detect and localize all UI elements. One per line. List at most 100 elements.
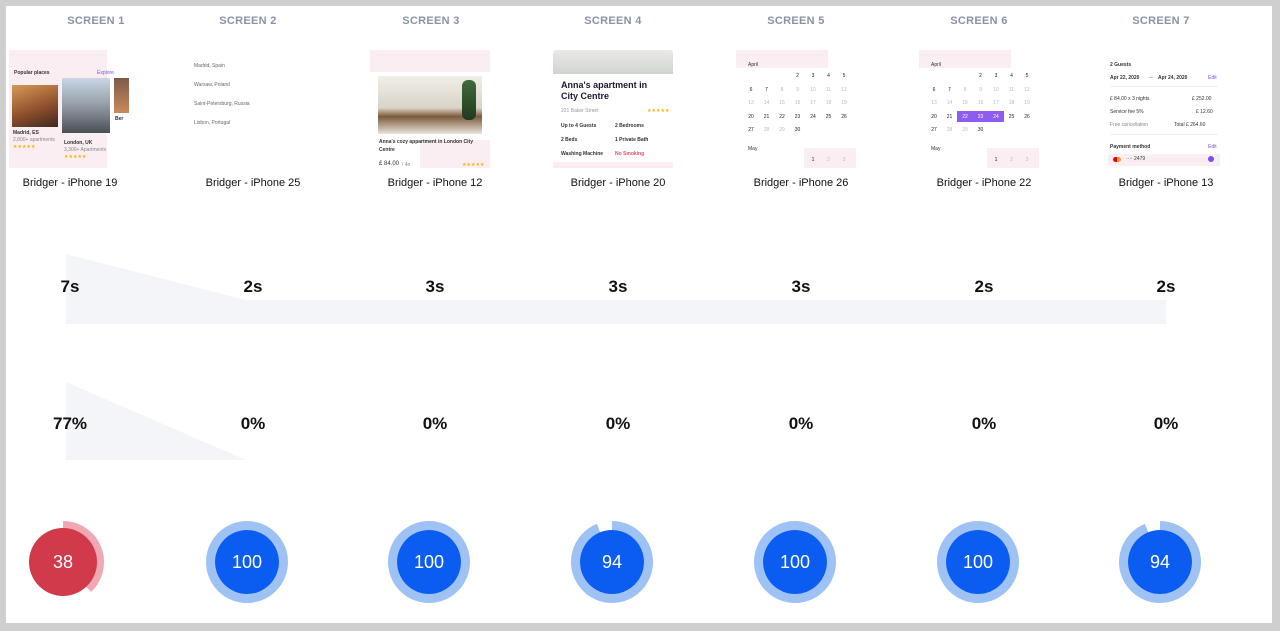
calendar-day[interactable]: 2 <box>793 73 803 79</box>
calendar-day[interactable]: 10 <box>991 87 1001 93</box>
load-time: 2s <box>974 277 994 296</box>
calendar-day[interactable]: 29 <box>960 127 970 133</box>
calendar-day[interactable]: 4 <box>824 73 834 79</box>
screen-title: Bridger - iPhone 13 <box>1118 177 1214 189</box>
screen-label: SCREEN 5 <box>767 15 825 27</box>
calendar-day[interactable]: 15 <box>960 100 970 106</box>
calendar-day[interactable]: 12 <box>839 87 849 93</box>
calendar-day[interactable]: 3 <box>1022 157 1032 163</box>
calendar-day[interactable]: 8 <box>960 87 970 93</box>
calendar-day[interactable]: 27 <box>746 127 756 133</box>
radio-selected-icon <box>1208 156 1214 162</box>
screen-thumbnail[interactable]: Popular places Explore Madrid, ES 2,800+… <box>9 50 129 168</box>
rating-stars: ★★★★★ <box>13 144 36 150</box>
calendar-day[interactable]: 25 <box>824 114 834 120</box>
calendar-day[interactable]: 11 <box>1007 87 1017 93</box>
calendar-day[interactable]: 1 <box>991 157 1001 163</box>
calendar-day[interactable]: 20 <box>746 114 756 120</box>
score-value: 94 <box>601 552 623 572</box>
screen-thumbnail calendar[interactable]: April May 2 3 4 5 6 7 8 9 10 11 12 13 14 15 16 17 18 19 20… <box>736 50 856 168</box>
calendar-day[interactable]: 26 <box>1022 114 1032 120</box>
calendar-day[interactable]: 18 <box>824 100 834 106</box>
calendar-day[interactable]: 19 <box>1022 100 1032 106</box>
calendar-day[interactable]: 30 <box>976 127 986 133</box>
percent-value: 0% <box>1153 414 1179 433</box>
calendar-day[interactable]: 17 <box>991 100 1001 106</box>
column-screen-1: SCREEN 1 Popular places Explore Madrid, … <box>6 6 186 623</box>
screen-label: SCREEN 2 <box>219 15 277 27</box>
screen-thumbnail[interactable]: Anna's cozy appartment in London City Ce… <box>370 50 490 168</box>
column-screen-2: SCREEN 2 Madrid, Spain Warsaw, Poland Sa… <box>164 6 344 623</box>
calendar-day[interactable]: 22 <box>777 114 787 120</box>
calendar-day[interactable]: 6 <box>746 87 756 93</box>
column-screen-7: SCREEN 7 2 Guests Apr 22, 2020 → Apr 24,… <box>1076 6 1256 623</box>
load-time: 3s <box>425 277 445 296</box>
calendar-day[interactable]: 25 <box>1007 114 1017 120</box>
calendar-day[interactable]: 7 <box>762 87 772 93</box>
calendar-day[interactable]: 3 <box>839 157 849 163</box>
calendar-day[interactable]: 23 <box>976 114 986 120</box>
filmstrip-report: SCREEN 1 Popular places Explore Madrid, … <box>6 6 1272 623</box>
calendar-day[interactable]: 19 <box>839 100 849 106</box>
calendar-day[interactable]: 2 <box>1007 157 1017 163</box>
london-photo <box>62 78 110 133</box>
calendar-day[interactable]: 5 <box>839 73 849 79</box>
calendar-day[interactable]: 1 <box>808 157 818 163</box>
calendar-day[interactable]: 4 <box>1007 73 1017 79</box>
calendar-day[interactable]: 16 <box>976 100 986 106</box>
calendar-day[interactable]: 14 <box>762 100 772 106</box>
screen-title: Bridger - iPhone 20 <box>570 177 666 189</box>
calendar-day[interactable]: 6 <box>929 87 939 93</box>
calendar-day[interactable]: 24 <box>991 114 1001 120</box>
screen-thumbnail[interactable]: 2 Guests Apr 22, 2020 → Apr 24, 2020 Edi… <box>1104 50 1224 168</box>
screen-thumbnail[interactable]: Madrid, Spain Warsaw, Poland Saint-Peter… <box>194 50 314 168</box>
calendar-day[interactable]: 17 <box>808 100 818 106</box>
calendar-day[interactable]: 9 <box>976 87 986 93</box>
screen-label: SCREEN 4 <box>584 15 642 27</box>
column-screen-6: SCREEN 6 April May 2 3 4 5 6 7 8 9 10 11 12 13 14 15 1… <box>894 6 1074 623</box>
calendar-day[interactable]: 18 <box>1007 100 1017 106</box>
calendar-day[interactable]: 15 <box>777 100 787 106</box>
calendar-day[interactable]: 28 <box>945 127 955 133</box>
calendar-day[interactable]: 2 <box>824 157 834 163</box>
calendar-day[interactable]: 12 <box>1022 87 1032 93</box>
calendar-day[interactable]: 13 <box>746 100 756 106</box>
calendar-day[interactable]: 2 <box>976 73 986 79</box>
calendar-day[interactable]: 22 <box>960 114 970 120</box>
screen-thumbnail calendar[interactable]: April May 2 3 4 5 6 7 8 9 10 11 12 13 14 15 16 17 18 19 20… <box>919 50 1039 168</box>
calendar-day[interactable]: 9 <box>793 87 803 93</box>
load-time: 3s <box>791 277 811 296</box>
calendar-day[interactable]: 5 <box>1022 73 1032 79</box>
score-value: 94 <box>1149 552 1171 572</box>
score-gauge: 94 <box>1118 520 1202 604</box>
calendar-day[interactable]: 10 <box>808 87 818 93</box>
calendar-day[interactable]: 28 <box>762 127 772 133</box>
calendar-day[interactable]: 14 <box>945 100 955 106</box>
load-time: 3s <box>608 277 628 296</box>
percent-value: 0% <box>422 414 448 433</box>
calendar-day[interactable]: 8 <box>777 87 787 93</box>
calendar-day[interactable]: 27 <box>929 127 939 133</box>
calendar-day[interactable]: 13 <box>929 100 939 106</box>
calendar-day[interactable]: 21 <box>762 114 772 120</box>
score-gauge: 100 <box>205 520 289 604</box>
calendar-day[interactable]: 26 <box>839 114 849 120</box>
calendar-day[interactable]: 29 <box>777 127 787 133</box>
calendar-day[interactable]: 20 <box>929 114 939 120</box>
apartment-photo <box>553 50 673 74</box>
calendar-day[interactable]: 30 <box>793 127 803 133</box>
calendar-day[interactable]: 7 <box>945 87 955 93</box>
calendar-day[interactable]: 16 <box>793 100 803 106</box>
column-screen-5: SCREEN 5 April May 2 3 4 5 6 7 8 9 10 11 12 13 14 15 1… <box>711 6 891 623</box>
calendar-day[interactable]: 21 <box>945 114 955 120</box>
screen-label: SCREEN 7 <box>1132 15 1190 27</box>
screen-thumbnail[interactable]: Anna's apartment in City Centre 221 Bake… <box>553 50 673 168</box>
calendar-day[interactable]: 23 <box>793 114 803 120</box>
calendar-day[interactable]: 3 <box>991 73 1001 79</box>
screen-title: Bridger - iPhone 26 <box>753 177 849 189</box>
madrid-photo <box>12 85 58 127</box>
calendar-day[interactable]: 11 <box>824 87 834 93</box>
calendar-day[interactable]: 24 <box>808 114 818 120</box>
percent-value: 0% <box>605 414 631 433</box>
calendar-day[interactable]: 3 <box>808 73 818 79</box>
